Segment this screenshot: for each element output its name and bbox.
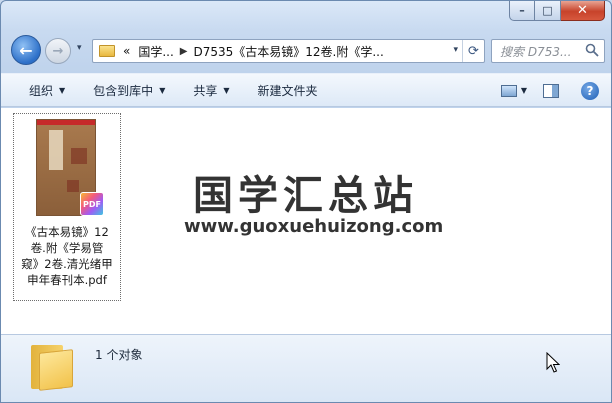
search-box[interactable]: 搜索 D753... (491, 39, 605, 63)
address-bar[interactable]: « 国学... ▶ D7535《古本易镜》12卷.附《学... ▾ ⟳ (92, 39, 485, 63)
forward-arrow-icon: → (52, 43, 64, 59)
breadcrumb-item[interactable]: D7535《古本易镜》12卷.附《学... (194, 43, 384, 60)
search-placeholder: 搜索 D753... (500, 44, 572, 59)
mouse-cursor-icon (546, 352, 560, 373)
recent-pages-dropdown[interactable]: ▾ (77, 43, 82, 53)
watermark-url: www.guoxuehuizong.com (184, 216, 444, 237)
chevron-down-icon: ▼ (223, 85, 230, 95)
explorer-window: – □ ✕ ← → ▾ « 国学... ▶ D7535《古本易镜》12卷.附《学… (0, 0, 612, 403)
include-in-library-menu[interactable]: 包含到库中 ▼ (79, 82, 179, 99)
thumbnail-banner (37, 120, 95, 125)
minimize-button[interactable]: – (509, 1, 535, 21)
organize-menu[interactable]: 组织 ▼ (1, 82, 79, 99)
command-bar: 组织 ▼ 包含到库中 ▼ 共享 ▼ 新建文件夹 ▼ ? (1, 73, 611, 107)
caption-buttons: – □ ✕ (509, 1, 605, 21)
thumbnail-seal (71, 148, 87, 164)
watermark-title: 国学汇总站 (193, 173, 418, 219)
include-in-library-label: 包含到库中 (93, 83, 154, 98)
file-name-line: 窥》2卷.清光绪甲 (21, 257, 113, 271)
file-item[interactable]: PDF 《古本易镜》12 卷.附《学易管 窥》2卷.清光绪甲 申年春刊本.pdf (13, 113, 121, 301)
file-name-line: 《古本易镜》12 (25, 225, 109, 239)
new-folder-button[interactable]: 新建文件夹 (244, 82, 332, 99)
chevron-down-icon: ▼ (159, 85, 166, 95)
file-name-line: 申年春刊本.pdf (27, 273, 107, 287)
breadcrumb-item[interactable]: 国学... (138, 43, 173, 60)
back-arrow-icon: ← (19, 40, 33, 60)
maximize-button[interactable]: □ (535, 1, 561, 21)
close-button[interactable]: ✕ (561, 1, 605, 21)
thumbnail-title-slip (49, 130, 63, 170)
folder-icon (99, 45, 115, 57)
back-button[interactable]: ← (11, 35, 41, 65)
breadcrumb-chevron-icon[interactable]: ▶ (180, 46, 188, 57)
search-icon[interactable] (585, 43, 599, 57)
change-view-icon[interactable] (500, 84, 517, 97)
help-icon[interactable]: ? (581, 81, 599, 100)
navigation-bar: ← → ▾ « 国学... ▶ D7535《古本易镜》12卷.附《学... ▾ … (1, 35, 611, 69)
organize-label: 组织 (29, 83, 54, 98)
chevron-down-icon[interactable]: ▼ (521, 86, 527, 95)
thumbnail-seal (67, 180, 79, 192)
new-folder-label: 新建文件夹 (257, 83, 318, 98)
share-menu[interactable]: 共享 ▼ (179, 82, 243, 99)
file-list-pane: PDF 《古本易镜》12 卷.附《学易管 窥》2卷.清光绪甲 申年春刊本.pdf… (1, 108, 611, 334)
details-pane: 1 个对象 (1, 334, 611, 402)
item-count: 1 个对象 (95, 348, 143, 362)
file-name-line: 卷.附《学易管 (30, 241, 104, 255)
folder-icon (31, 343, 75, 391)
preview-pane-icon[interactable] (543, 83, 559, 98)
address-dropdown-icon[interactable]: ▾ (453, 45, 458, 55)
refresh-button[interactable]: ⟳ (462, 40, 484, 62)
file-name-label: 《古本易镜》12 卷.附《学易管 窥》2卷.清光绪甲 申年春刊本.pdf (16, 224, 118, 288)
pdf-icon: PDF (80, 192, 104, 216)
chevron-down-icon: ▼ (59, 85, 66, 95)
share-label: 共享 (193, 83, 218, 98)
breadcrumb-overflow-button[interactable]: « (123, 44, 130, 58)
forward-button[interactable]: → (45, 38, 71, 64)
view-controls: ▼ ? (500, 74, 611, 107)
